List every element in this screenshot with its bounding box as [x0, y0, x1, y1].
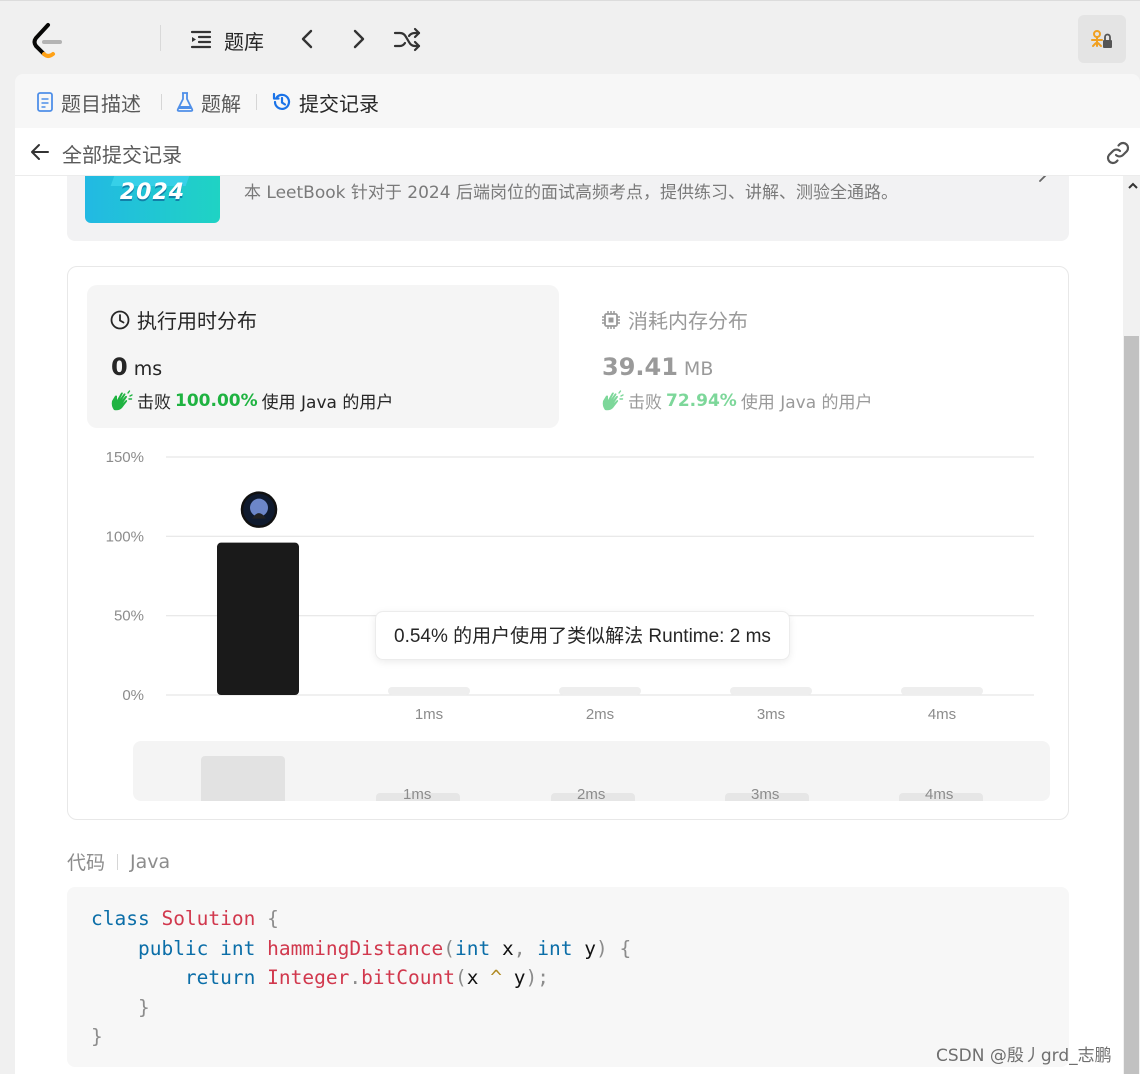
tab-description[interactable]: 题目描述: [35, 88, 141, 116]
y-tick-label: 150%: [106, 449, 144, 466]
runtime-beat: 击败 100.00% 使用 Java 的用户: [109, 388, 393, 413]
minimap-label: 3ms: [751, 786, 780, 801]
tab-submissions[interactable]: 提交记录: [271, 88, 379, 116]
chart-range-selector[interactable]: 1ms 2ms 3ms 4ms: [133, 741, 1050, 801]
clap-icon: [602, 389, 624, 410]
list-icon: [190, 30, 212, 49]
banner-year: 2024: [119, 180, 186, 205]
runtime-distribution-chart[interactable]: 150% 100% 50% 0% 1ms 2ms 3ms 4ms: [86, 437, 1046, 727]
y-tick-label: 100%: [106, 528, 144, 545]
tab-divider: [161, 94, 162, 110]
debug-button[interactable]: [1078, 15, 1126, 63]
chevron-right-icon[interactable]: [343, 24, 373, 54]
tab-label: 题目描述: [61, 91, 141, 116]
page-title: 全部提交记录: [62, 143, 182, 167]
scrollbar-thumb[interactable]: [1124, 336, 1139, 1074]
x-tick-label: 1ms: [415, 706, 443, 723]
code-label: 代码: [67, 852, 106, 874]
x-tick-label: 3ms: [757, 706, 785, 723]
tab-label: 题解: [201, 91, 241, 116]
chevron-left-icon[interactable]: [293, 24, 323, 54]
user-avatar: [240, 491, 278, 528]
problem-list-label: 题库: [224, 29, 264, 54]
code-line: public int hammingDistance(int x, int y)…: [137, 936, 632, 960]
memory-stat[interactable]: 消耗内存分布 39.41 MB 击败 72.94% 使用 Java 的用户: [578, 285, 1050, 428]
chart-bar[interactable]: [559, 687, 641, 695]
code-header-divider: [117, 853, 119, 870]
chart-tooltip: 0.54% 的用户使用了类似解法 Runtime: 2 ms: [375, 611, 790, 660]
leetcode-logo[interactable]: [28, 21, 68, 61]
submission-detail-panel: 2024 本 LeetBook 针对于 2024 后端岗位的面试高频考点，提供练…: [15, 176, 1127, 1074]
runtime-value: 0 ms: [111, 353, 162, 381]
code-line: class Solution {: [91, 907, 279, 930]
runtime-title: 执行用时分布: [109, 305, 257, 334]
scroll-up-icon[interactable]: [1127, 180, 1139, 192]
link-icon[interactable]: [1104, 139, 1132, 167]
minimap-label: 4ms: [925, 786, 954, 801]
chart-bar[interactable]: [388, 687, 470, 695]
chip-icon: [602, 310, 620, 329]
beat-suffix: 使用 Java 的用户: [740, 393, 873, 413]
problem-list-button[interactable]: 题库: [188, 25, 264, 55]
code-header: 代码 Java: [67, 848, 170, 875]
minimap-label: 1ms: [403, 786, 432, 801]
chart-bar[interactable]: [901, 687, 983, 695]
arrow-right-icon[interactable]: [1027, 176, 1049, 188]
leetbook-banner[interactable]: 2024 本 LeetBook 针对于 2024 后端岗位的面试高频考点，提供练…: [67, 176, 1069, 241]
beat-percent: 100.00%: [175, 390, 258, 411]
code-line: }: [137, 995, 150, 1019]
y-tick-label: 50%: [114, 608, 144, 625]
shuffle-icon[interactable]: [392, 24, 422, 54]
tab-label: 提交记录: [299, 91, 379, 116]
code-line: return Integer.bitCount(x ^ y);: [184, 966, 549, 989]
runtime-title-text: 执行用时分布: [137, 309, 257, 333]
clock-icon: [110, 310, 130, 329]
runtime-unit: ms: [133, 358, 163, 380]
submissions-header: 全部提交记录: [15, 128, 1140, 176]
beat-prefix: 击败: [628, 393, 662, 413]
code-line: }: [91, 1025, 103, 1048]
memory-title-text: 消耗内存分布: [628, 309, 748, 333]
tab-divider: [256, 94, 257, 110]
back-arrow-icon[interactable]: [28, 140, 52, 164]
performance-card: 执行用时分布 0 ms 击败 100.00% 使用 Java 的用户 消耗内存分…: [67, 266, 1069, 820]
code-block[interactable]: class Solution { public int hammingDista…: [67, 887, 1069, 1067]
y-tick-label: 0%: [122, 687, 144, 704]
tab-solutions[interactable]: 题解: [175, 88, 241, 116]
nav-divider: [160, 25, 161, 51]
minimap-label: 2ms: [577, 786, 606, 801]
runtime-number: 0: [111, 353, 128, 381]
beat-prefix: 击败: [137, 393, 171, 413]
x-tick-label: 2ms: [586, 706, 614, 723]
chart-bar[interactable]: [730, 687, 812, 695]
chart-bar[interactable]: [217, 542, 299, 695]
clap-icon: [111, 389, 133, 410]
x-tick-label: 4ms: [928, 706, 956, 723]
banner-image: 2024: [85, 176, 220, 223]
watermark: CSDN @殷丿grd_志鹏: [936, 1046, 1112, 1066]
minimap-bar: [201, 756, 285, 801]
runtime-stat[interactable]: 执行用时分布 0 ms 击败 100.00% 使用 Java 的用户: [87, 285, 559, 428]
debug-lock-icon: [1091, 30, 1112, 48]
tab-bar: 题目描述 题解 提交记录: [15, 74, 1140, 128]
memory-number: 39.41: [602, 353, 678, 381]
beat-percent: 72.94%: [666, 390, 737, 411]
top-navbar: 题库: [0, 0, 1140, 74]
beat-suffix: 使用 Java 的用户: [261, 393, 394, 413]
flask-icon: [176, 92, 194, 112]
history-icon: [272, 92, 291, 110]
document-icon: [37, 92, 53, 112]
memory-value: 39.41 MB: [602, 353, 713, 381]
code-language: Java: [130, 850, 171, 873]
banner-text: 本 LeetBook 针对于 2024 后端岗位的面试高频考点，提供练习、讲解、…: [244, 183, 898, 203]
memory-title: 消耗内存分布: [600, 305, 748, 334]
memory-unit: MB: [683, 358, 714, 380]
memory-beat: 击败 72.94% 使用 Java 的用户: [600, 388, 873, 413]
